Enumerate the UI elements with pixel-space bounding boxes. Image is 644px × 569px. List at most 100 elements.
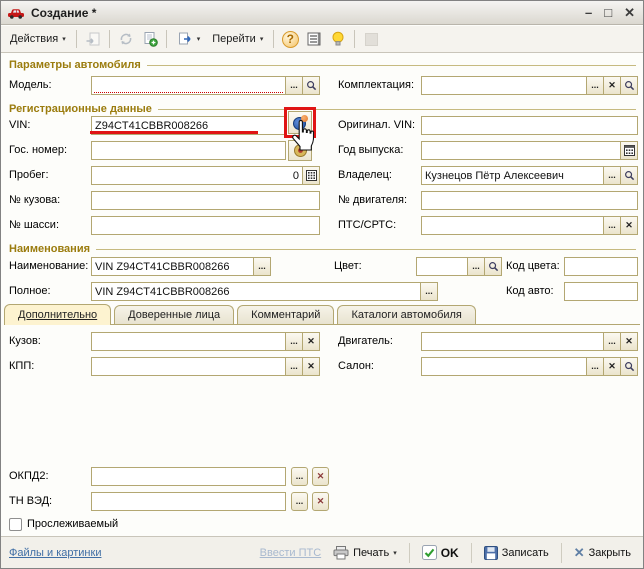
engine-field-group: ... ✕ <box>421 332 638 351</box>
pts-input[interactable] <box>421 216 604 235</box>
traceable-checkbox[interactable] <box>9 518 22 531</box>
chevron-down-icon: ▾ <box>393 549 397 557</box>
close-button[interactable]: ✕ <box>624 6 635 19</box>
open-related-button[interactable]: ▾ <box>172 28 206 50</box>
magnifier-icon <box>624 80 635 91</box>
okpd2-input[interactable] <box>91 467 286 486</box>
gos-number-input[interactable] <box>91 141 286 160</box>
print-button[interactable]: Печать ▾ <box>329 544 401 562</box>
section-rule <box>158 109 636 110</box>
vin-input[interactable] <box>91 116 286 135</box>
auto-code-field-group <box>564 282 638 301</box>
gearbox-ellipsis-button[interactable]: ... <box>286 357 303 376</box>
copy-button[interactable] <box>139 28 161 50</box>
body-input[interactable] <box>91 332 286 351</box>
color-input[interactable] <box>416 257 468 276</box>
name-input[interactable] <box>91 257 254 276</box>
footer-bar: Файлы и картинки Ввести ПТС Печать ▾ OK <box>1 536 643 568</box>
salon-ellipsis-button[interactable]: ... <box>587 357 604 376</box>
tnved-label: ТН ВЭД: <box>9 492 52 511</box>
toolbar-separator <box>76 30 77 48</box>
salon-clear-button[interactable]: ✕ <box>604 357 621 376</box>
help-button[interactable]: ? <box>279 28 301 50</box>
save-button[interactable]: Записать <box>480 544 553 562</box>
name-ellipsis-button[interactable]: ... <box>254 257 271 276</box>
tnved-input[interactable] <box>91 492 286 511</box>
files-and-pictures-link[interactable]: Файлы и картинки <box>9 547 101 559</box>
close-x-icon: ✕ <box>574 546 585 559</box>
section-title: Параметры автомобиля <box>9 59 141 71</box>
toolbar-separator <box>109 30 110 48</box>
trim-ellipsis-button[interactable]: ... <box>587 76 604 95</box>
body-clear-button[interactable]: ✕ <box>303 332 320 351</box>
model-search-button[interactable] <box>303 76 320 95</box>
model-input[interactable] <box>91 76 286 95</box>
ok-button[interactable]: OK <box>418 543 463 562</box>
gearbox-clear-button[interactable]: ✕ <box>303 357 320 376</box>
engine-clear-button[interactable]: ✕ <box>621 332 638 351</box>
owner-search-button[interactable] <box>621 166 638 185</box>
color-code-label: Код цвета: <box>506 257 560 276</box>
engine-no-input[interactable] <box>421 191 638 210</box>
enter-pts-link[interactable]: Ввести ПТС <box>260 547 321 559</box>
owner-input[interactable] <box>421 166 604 185</box>
tab-comment[interactable]: Комментарий <box>237 305 334 324</box>
vin-decode-button[interactable] <box>288 111 312 134</box>
salon-input[interactable] <box>421 357 587 376</box>
reread-button[interactable] <box>115 28 137 50</box>
mileage-calculator-button[interactable] <box>303 166 320 185</box>
section-names: Наименования <box>9 242 636 255</box>
chassis-no-input[interactable] <box>91 216 320 235</box>
body-no-input[interactable] <box>91 191 320 210</box>
goto-menu-button[interactable]: Перейти ▾ <box>207 30 268 48</box>
color-ellipsis-button[interactable]: ... <box>468 257 485 276</box>
trim-clear-button[interactable]: ✕ <box>604 76 621 95</box>
tab-additional[interactable]: Дополнительно <box>4 304 111 325</box>
color-label: Цвет: <box>334 257 362 276</box>
tnved-ellipsis-button[interactable]: ... <box>291 492 308 511</box>
okpd2-ellipsis-button[interactable]: ... <box>291 467 308 486</box>
body-ellipsis-button[interactable]: ... <box>286 332 303 351</box>
chassis-no-label: № шасси: <box>9 216 59 235</box>
year-input[interactable] <box>421 141 621 160</box>
footer-separator <box>471 543 472 563</box>
color-code-input[interactable] <box>564 257 638 276</box>
trim-search-button[interactable] <box>621 76 638 95</box>
okpd2-clear-button[interactable]: ✕ <box>312 467 329 486</box>
full-name-ellipsis-button[interactable]: ... <box>421 282 438 301</box>
section-params: Параметры автомобиля <box>9 58 636 71</box>
mileage-input[interactable] <box>91 166 303 185</box>
minimize-button[interactable]: – <box>585 6 592 19</box>
maximize-button[interactable]: □ <box>604 6 612 19</box>
model-ellipsis-button[interactable]: ... <box>286 76 303 95</box>
tab-catalogs[interactable]: Каталоги автомобиля <box>337 305 475 324</box>
actions-menu-button[interactable]: Действия ▾ <box>5 30 71 48</box>
paste-values-button[interactable] <box>82 28 104 50</box>
full-name-input[interactable] <box>91 282 421 301</box>
pts-clear-button[interactable]: ✕ <box>621 216 638 235</box>
salon-search-button[interactable] <box>621 357 638 376</box>
engine-input[interactable] <box>421 332 604 351</box>
gos-number-emblem-button[interactable] <box>288 140 312 161</box>
salon-label: Салон: <box>338 357 374 376</box>
trim-input[interactable] <box>421 76 587 95</box>
owner-ellipsis-button[interactable]: ... <box>604 166 621 185</box>
gearbox-input[interactable] <box>91 357 286 376</box>
magnifier-icon <box>624 170 635 181</box>
engine-ellipsis-button[interactable]: ... <box>604 332 621 351</box>
orig-vin-input[interactable] <box>421 116 638 135</box>
auto-code-input[interactable] <box>564 282 638 301</box>
tnved-clear-button[interactable]: ✕ <box>312 492 329 511</box>
year-calendar-button[interactable] <box>621 141 638 160</box>
form-settings-button[interactable] <box>303 28 325 50</box>
owner-field-group: ... <box>421 166 638 185</box>
footer-separator <box>409 543 410 563</box>
hint-button[interactable] <box>327 28 349 50</box>
close-form-button[interactable]: ✕ Закрыть <box>570 544 635 561</box>
ok-check-icon <box>422 545 437 560</box>
color-search-button[interactable] <box>485 257 502 276</box>
magnifier-icon <box>624 361 635 372</box>
tab-trustees[interactable]: Доверенные лица <box>114 305 234 324</box>
disabled-tool-button[interactable] <box>360 28 382 50</box>
pts-ellipsis-button[interactable]: ... <box>604 216 621 235</box>
